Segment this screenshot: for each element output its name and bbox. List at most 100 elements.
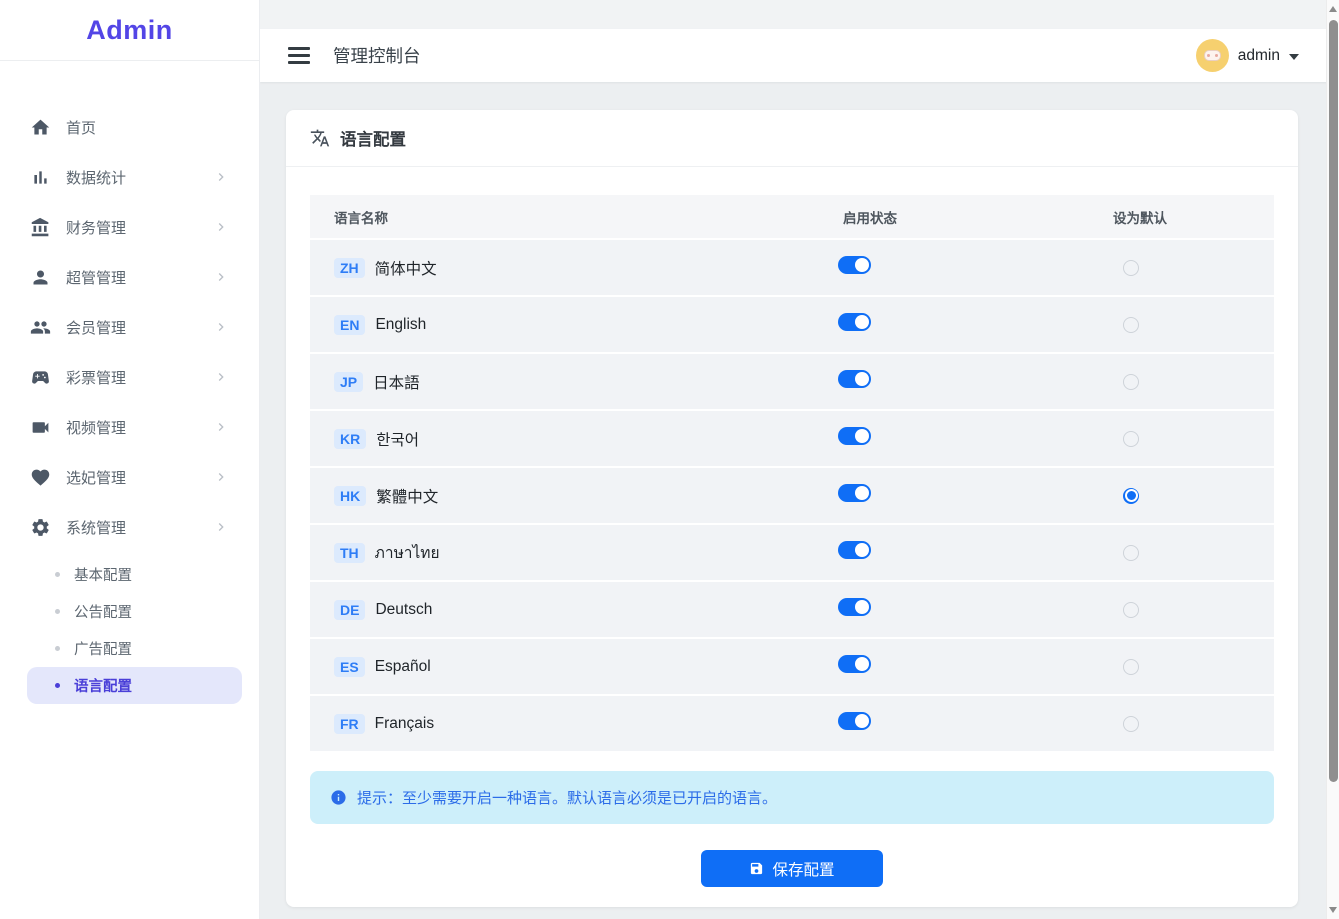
- sidebar-item-bank[interactable]: 财务管理: [0, 202, 259, 252]
- enable-toggle[interactable]: [838, 427, 871, 445]
- lang-code-badge: ES: [334, 657, 365, 677]
- default-radio[interactable]: [1123, 374, 1139, 390]
- chevron-right-icon: [213, 319, 229, 335]
- column-header-enable-status: 启用状态: [843, 207, 1113, 227]
- lang-name: 日本語: [373, 371, 420, 393]
- default-radio[interactable]: [1123, 260, 1139, 276]
- sidebar-subitem-label: 基本配置: [74, 564, 132, 585]
- enable-toggle[interactable]: [838, 256, 871, 274]
- column-header-language-name: 语言名称: [310, 207, 843, 227]
- sidebar-item-label: 会员管理: [66, 317, 213, 338]
- lang-code-badge: KR: [334, 429, 366, 449]
- chevron-right-icon: [213, 219, 229, 235]
- table-body: ZH 简体中文 EN English JP 日本語: [310, 240, 1274, 753]
- admin-app: Admin 首页 数据统计 财务管理 超管管理 会员管理 彩票管理 视频管理 选…: [0, 0, 1339, 919]
- scroll-down-icon[interactable]: [1329, 907, 1337, 913]
- lang-code-badge: HK: [334, 486, 366, 506]
- bullet-dot-icon: [55, 683, 60, 688]
- lang-name: ภาษาไทย: [375, 540, 440, 565]
- vertical-scrollbar[interactable]: [1326, 0, 1339, 919]
- enable-toggle[interactable]: [838, 484, 871, 502]
- save-button-label: 保存配置: [772, 858, 834, 880]
- sidebar-subitem-label: 公告配置: [74, 601, 132, 622]
- sidebar-item-settings[interactable]: 系统管理: [0, 502, 259, 552]
- save-button[interactable]: 保存配置: [701, 850, 883, 887]
- content-area: 语言配置 语言名称 启用状态 设为默认 ZH 简体中文: [260, 82, 1339, 919]
- default-radio[interactable]: [1123, 431, 1139, 447]
- lang-code-badge: ZH: [334, 258, 365, 278]
- sidebar-item-home[interactable]: 首页: [0, 102, 259, 152]
- sidebar-item-label: 首页: [66, 117, 213, 138]
- sidebar-subitem[interactable]: 广告配置: [27, 630, 242, 667]
- translate-icon: [310, 128, 330, 148]
- menu-toggle-icon[interactable]: [288, 47, 310, 64]
- bank-icon: [30, 217, 51, 238]
- people-icon: [30, 317, 51, 338]
- home-icon: [30, 117, 51, 138]
- enable-toggle[interactable]: [838, 370, 871, 388]
- sidebar-subitem[interactable]: 语言配置: [27, 667, 242, 704]
- enable-toggle[interactable]: [838, 712, 871, 730]
- chevron-down-icon: [1289, 54, 1299, 60]
- settings-icon: [30, 517, 51, 538]
- video-icon: [30, 417, 51, 438]
- heart-icon: [30, 467, 51, 488]
- default-radio[interactable]: [1123, 716, 1139, 732]
- chevron-right-icon: [213, 519, 229, 535]
- save-icon: [749, 861, 764, 876]
- sidebar-subitem[interactable]: 基本配置: [27, 556, 242, 593]
- sidebar-item-people[interactable]: 会员管理: [0, 302, 259, 352]
- sidebar-submenu: 基本配置 公告配置 广告配置 语言配置: [0, 552, 259, 704]
- enable-toggle[interactable]: [838, 598, 871, 616]
- default-radio[interactable]: [1123, 545, 1139, 561]
- lang-name: 繁體中文: [376, 485, 438, 507]
- language-table-row: JP 日本語: [310, 354, 1274, 411]
- language-table-row: DE Deutsch: [310, 582, 1274, 639]
- sidebar-item-label: 数据统计: [66, 167, 213, 188]
- user-menu[interactable]: admin: [1196, 39, 1299, 72]
- sidebar-subitem-label: 广告配置: [74, 638, 132, 659]
- bullet-dot-icon: [55, 572, 60, 577]
- sidebar-item-label: 超管管理: [66, 267, 213, 288]
- enable-toggle[interactable]: [838, 541, 871, 559]
- sidebar-item-heart[interactable]: 选妃管理: [0, 452, 259, 502]
- sidebar-item-label: 系统管理: [66, 517, 213, 538]
- person-icon: [30, 267, 51, 288]
- sidebar-subitem[interactable]: 公告配置: [27, 593, 242, 630]
- enable-toggle[interactable]: [838, 313, 871, 331]
- lang-name: English: [375, 316, 426, 334]
- language-table-row: EN English: [310, 297, 1274, 354]
- chevron-right-icon: [213, 469, 229, 485]
- chart-icon: [30, 167, 51, 188]
- lang-code-badge: EN: [334, 315, 365, 335]
- column-header-set-default: 设为默认: [1113, 207, 1274, 227]
- language-config-card: 语言配置 语言名称 启用状态 设为默认 ZH 简体中文: [286, 110, 1298, 907]
- top-bar: 管理控制台 admin: [260, 29, 1339, 82]
- enable-toggle[interactable]: [838, 655, 871, 673]
- scrollbar-thumb[interactable]: [1329, 20, 1338, 782]
- lang-code-badge: JP: [334, 372, 363, 392]
- default-radio[interactable]: [1123, 602, 1139, 618]
- username: admin: [1238, 47, 1280, 65]
- default-radio[interactable]: [1123, 488, 1139, 504]
- sidebar-item-person[interactable]: 超管管理: [0, 252, 259, 302]
- lang-name: Deutsch: [375, 601, 432, 619]
- language-table-row: FR Français: [310, 696, 1274, 753]
- sidebar-item-video[interactable]: 视频管理: [0, 402, 259, 452]
- avatar: [1196, 39, 1229, 72]
- main-area: 管理控制台 admin 语言配置 语言名称 启用状态 设: [260, 0, 1339, 919]
- lang-name: Français: [375, 715, 434, 733]
- card-header: 语言配置: [286, 110, 1298, 167]
- lang-name: Español: [375, 658, 431, 676]
- default-radio[interactable]: [1123, 659, 1139, 675]
- scroll-up-icon[interactable]: [1329, 6, 1337, 12]
- top-strip: [260, 0, 1339, 29]
- sidebar-item-gamepad[interactable]: 彩票管理: [0, 352, 259, 402]
- lang-code-badge: TH: [334, 543, 365, 563]
- sidebar-item-label: 选妃管理: [66, 467, 213, 488]
- lang-name: 简体中文: [375, 257, 437, 279]
- sidebar-item-label: 彩票管理: [66, 367, 213, 388]
- sidebar-item-chart[interactable]: 数据统计: [0, 152, 259, 202]
- tip-text: 提示：至少需要开启一种语言。默认语言必须是已开启的语言。: [357, 787, 777, 808]
- default-radio[interactable]: [1123, 317, 1139, 333]
